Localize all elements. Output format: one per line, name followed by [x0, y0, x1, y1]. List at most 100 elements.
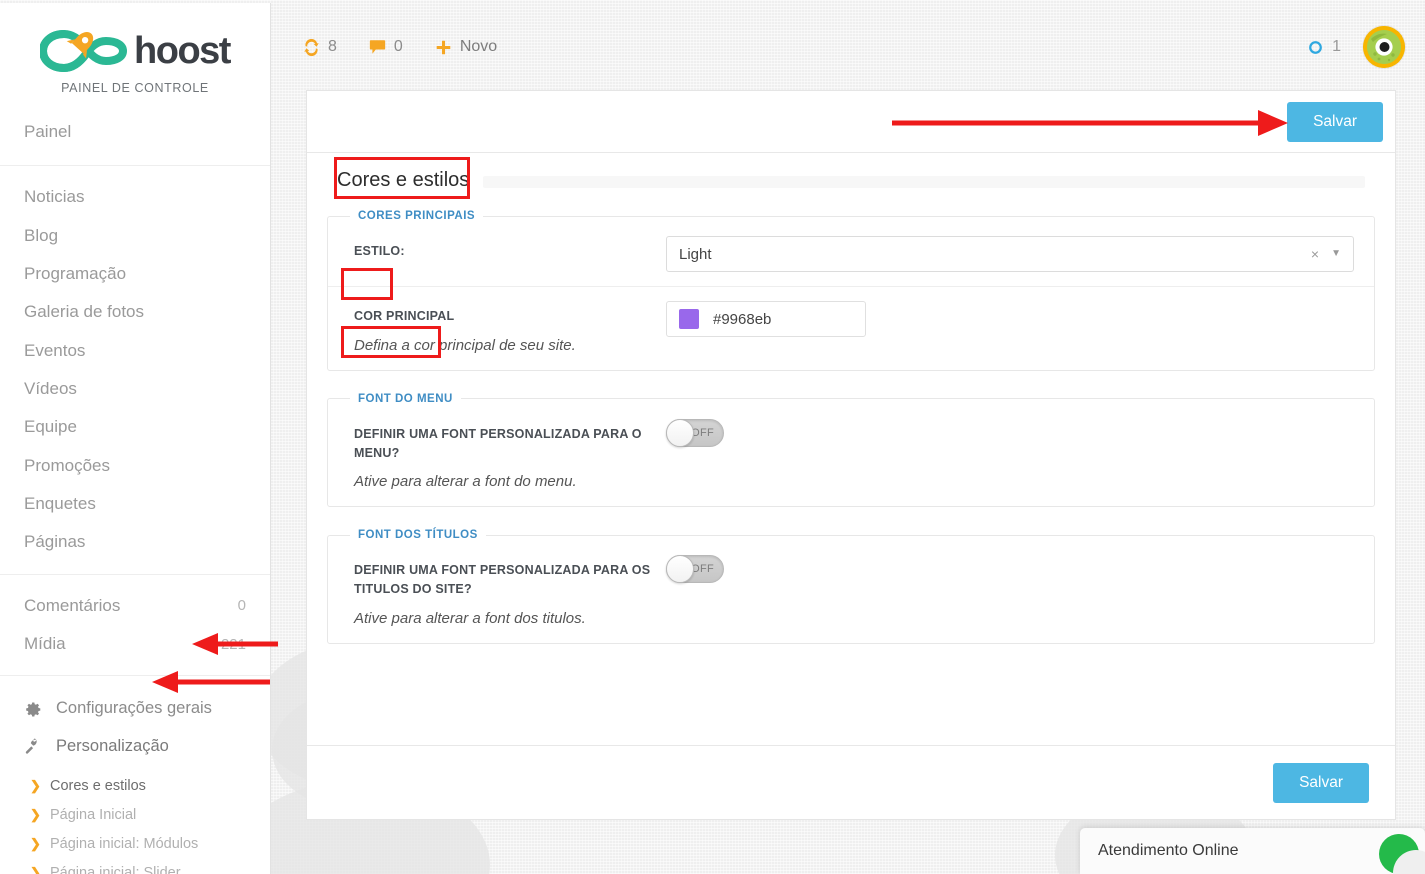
chevron-right-icon: ❯ [30, 805, 41, 826]
page-title: Cores e estilos [337, 169, 469, 192]
sidebar-item-label: Enquetes [24, 491, 246, 517]
sidebar-item-label: Programação [24, 261, 246, 287]
sidebar-subitem-label: Página inicial: Slider [50, 862, 181, 874]
sidebar-item-label: Equipe [24, 414, 246, 440]
top-bar: 8 0 Novo [271, 3, 1425, 91]
field-font-menu: DEFINIR UMA FONT PERSONALIZADA PARA O ME… [328, 405, 1374, 507]
sidebar-settings-block: Configurações gerais Personalização ❯ Co… [0, 676, 270, 874]
sidebar-item-equipe[interactable]: Equipe [0, 408, 270, 446]
updates-count: 8 [328, 38, 337, 56]
toggle-knob [666, 555, 694, 583]
brand-subtitle: PAINEL DE CONTROLE [0, 81, 270, 95]
panel-body: CORES PRINCIPAIS ESTILO: Light × ▼ COR P… [307, 202, 1395, 644]
updates-indicator[interactable]: 8 [303, 38, 337, 56]
sidebar-subitem-cores-e-estilos[interactable]: ❯ Cores e estilos [0, 772, 270, 801]
circle-notification-icon [1308, 40, 1323, 55]
font-menu-toggle[interactable]: OFF [666, 419, 724, 447]
sidebar-item-personalizacao[interactable]: Personalização [0, 728, 270, 766]
sidebar-item-paginas[interactable]: Páginas [0, 523, 270, 561]
sidebar-item-label: Blog [24, 223, 246, 249]
toggle-state-label: OFF [691, 427, 714, 439]
cor-principal-picker[interactable]: #9968eb [666, 301, 866, 337]
content-panel: Salvar Cores e estilos CORES PRINCIPAIS … [306, 90, 1396, 820]
sidebar-subitem-pagina-inicial[interactable]: ❯ Página Inicial [0, 801, 270, 830]
sidebar-item-label: Promoções [24, 453, 246, 479]
sidebar-item-label: Comentários [24, 593, 238, 619]
sidebar-item-count: 221 [221, 633, 246, 656]
sidebar-item-count: 0 [238, 594, 246, 617]
field-help-font-menu: Ative para alterar a font do menu. [354, 471, 666, 492]
sidebar-subitem-label: Página inicial: Módulos [50, 833, 198, 856]
save-button-bottom[interactable]: Salvar [1273, 763, 1369, 803]
chevron-right-icon: ❯ [30, 863, 41, 874]
save-button-top[interactable]: Salvar [1287, 102, 1383, 142]
sidebar-item-programacao[interactable]: Programação [0, 255, 270, 293]
field-estilo: ESTILO: Light × ▼ [328, 222, 1374, 286]
sidebar-subitem-label: Página Inicial [50, 804, 136, 827]
field-label-estilo: ESTILO: [354, 242, 666, 261]
estilo-select[interactable]: Light × ▼ [666, 236, 1354, 272]
section-font-do-menu: FONT DO MENU DEFINIR UMA FONT PERSONALIZ… [327, 393, 1375, 508]
gear-icon [24, 700, 42, 718]
sidebar-item-eventos[interactable]: Eventos [0, 332, 270, 370]
brand-name: hoost [134, 32, 230, 70]
section-font-dos-titulos: FONT DOS TÍTULOS DEFINIR UMA FONT PERSON… [327, 529, 1375, 644]
sidebar-counters-block: Comentários 0 Mídia 221 [0, 575, 270, 677]
sidebar-item-noticias[interactable]: Noticias [0, 178, 270, 216]
chat-widget[interactable]: Atendimento Online [1080, 828, 1425, 874]
sidebar-item-label: Personalização [56, 734, 246, 760]
comments-indicator[interactable]: 0 [369, 38, 403, 56]
field-help-font-titulos: Ative para alterar a font dos titulos. [354, 608, 666, 629]
sidebar-item-promocoes[interactable]: Promoções [0, 447, 270, 485]
field-help-cor-principal: Defina a cor principal de seu site. [354, 335, 666, 356]
sidebar-item-configuracoes-gerais[interactable]: Configurações gerais [0, 690, 270, 728]
sidebar-item-label: Galeria de fotos [24, 299, 246, 325]
section-cores-principais: CORES PRINCIPAIS ESTILO: Light × ▼ COR P… [327, 210, 1375, 371]
section-legend: FONT DOS TÍTULOS [350, 529, 486, 541]
comments-count: 0 [394, 38, 403, 56]
new-button-label: Novo [460, 38, 497, 56]
sidebar-item-comentarios[interactable]: Comentários 0 [0, 587, 270, 625]
field-font-titulos: DEFINIR UMA FONT PERSONALIZADA PARA OS T… [328, 541, 1374, 643]
toggle-state-label: OFF [691, 563, 714, 575]
sidebar-item-label: Configurações gerais [56, 696, 246, 722]
avatar-monster-icon [1363, 26, 1405, 68]
sidebar-item-galeria-de-fotos[interactable]: Galeria de fotos [0, 293, 270, 331]
sidebar-item-painel[interactable]: Painel [0, 113, 270, 151]
sidebar-submenu: ❯ Cores e estilos ❯ Página Inicial ❯ Pág… [0, 766, 270, 874]
section-legend: FONT DO MENU [350, 393, 461, 405]
clear-icon[interactable]: × [1311, 247, 1319, 261]
font-titulos-toggle[interactable]: OFF [666, 555, 724, 583]
refresh-icon [303, 39, 320, 56]
sidebar-item-label: Noticias [24, 184, 246, 210]
chevron-down-icon[interactable]: ▼ [1331, 249, 1341, 259]
field-cor-principal: COR PRINCIPAL Defina a cor principal de … [328, 286, 1374, 370]
infinity-rocket-logo-icon [40, 26, 132, 76]
field-label-font-titulos: DEFINIR UMA FONT PERSONALIZADA PARA OS T… [354, 561, 666, 599]
sidebar-item-enquetes[interactable]: Enquetes [0, 485, 270, 523]
sidebar-item-label: Eventos [24, 338, 246, 364]
sidebar-item-videos[interactable]: Vídeos [0, 370, 270, 408]
user-avatar[interactable] [1363, 26, 1405, 68]
new-button[interactable]: Novo [435, 38, 497, 56]
sidebar-content-block: Noticias Blog Programação Galeria de fot… [0, 166, 270, 574]
estilo-selected-value: Light [679, 246, 712, 263]
plus-icon [435, 39, 452, 56]
sidebar-subitem-pagina-inicial-slider[interactable]: ❯ Página inicial: Slider [0, 859, 270, 874]
notifications-indicator[interactable]: 1 [1308, 38, 1341, 56]
sidebar-item-blog[interactable]: Blog [0, 217, 270, 255]
sidebar-subitem-label: Cores e estilos [50, 775, 146, 798]
sidebar-item-label: Mídia [24, 631, 221, 657]
sidebar: hoost PAINEL DE CONTROLE Painel Noticias… [0, 3, 271, 874]
sidebar-item-midia[interactable]: Mídia 221 [0, 625, 270, 663]
brand-logo[interactable]: hoost PAINEL DE CONTROLE [0, 3, 270, 99]
notifications-count: 1 [1332, 38, 1341, 56]
sidebar-item-label: Painel [24, 119, 246, 145]
chevron-right-icon: ❯ [30, 834, 41, 855]
sidebar-dashboard-block: Painel [0, 99, 270, 166]
sidebar-subitem-pagina-inicial-modulos[interactable]: ❯ Página inicial: Módulos [0, 830, 270, 859]
comment-bubble-icon [369, 39, 386, 55]
color-swatch [679, 309, 699, 329]
panel-header: Cores e estilos [307, 153, 1395, 202]
color-hex-value: #9968eb [713, 311, 771, 328]
